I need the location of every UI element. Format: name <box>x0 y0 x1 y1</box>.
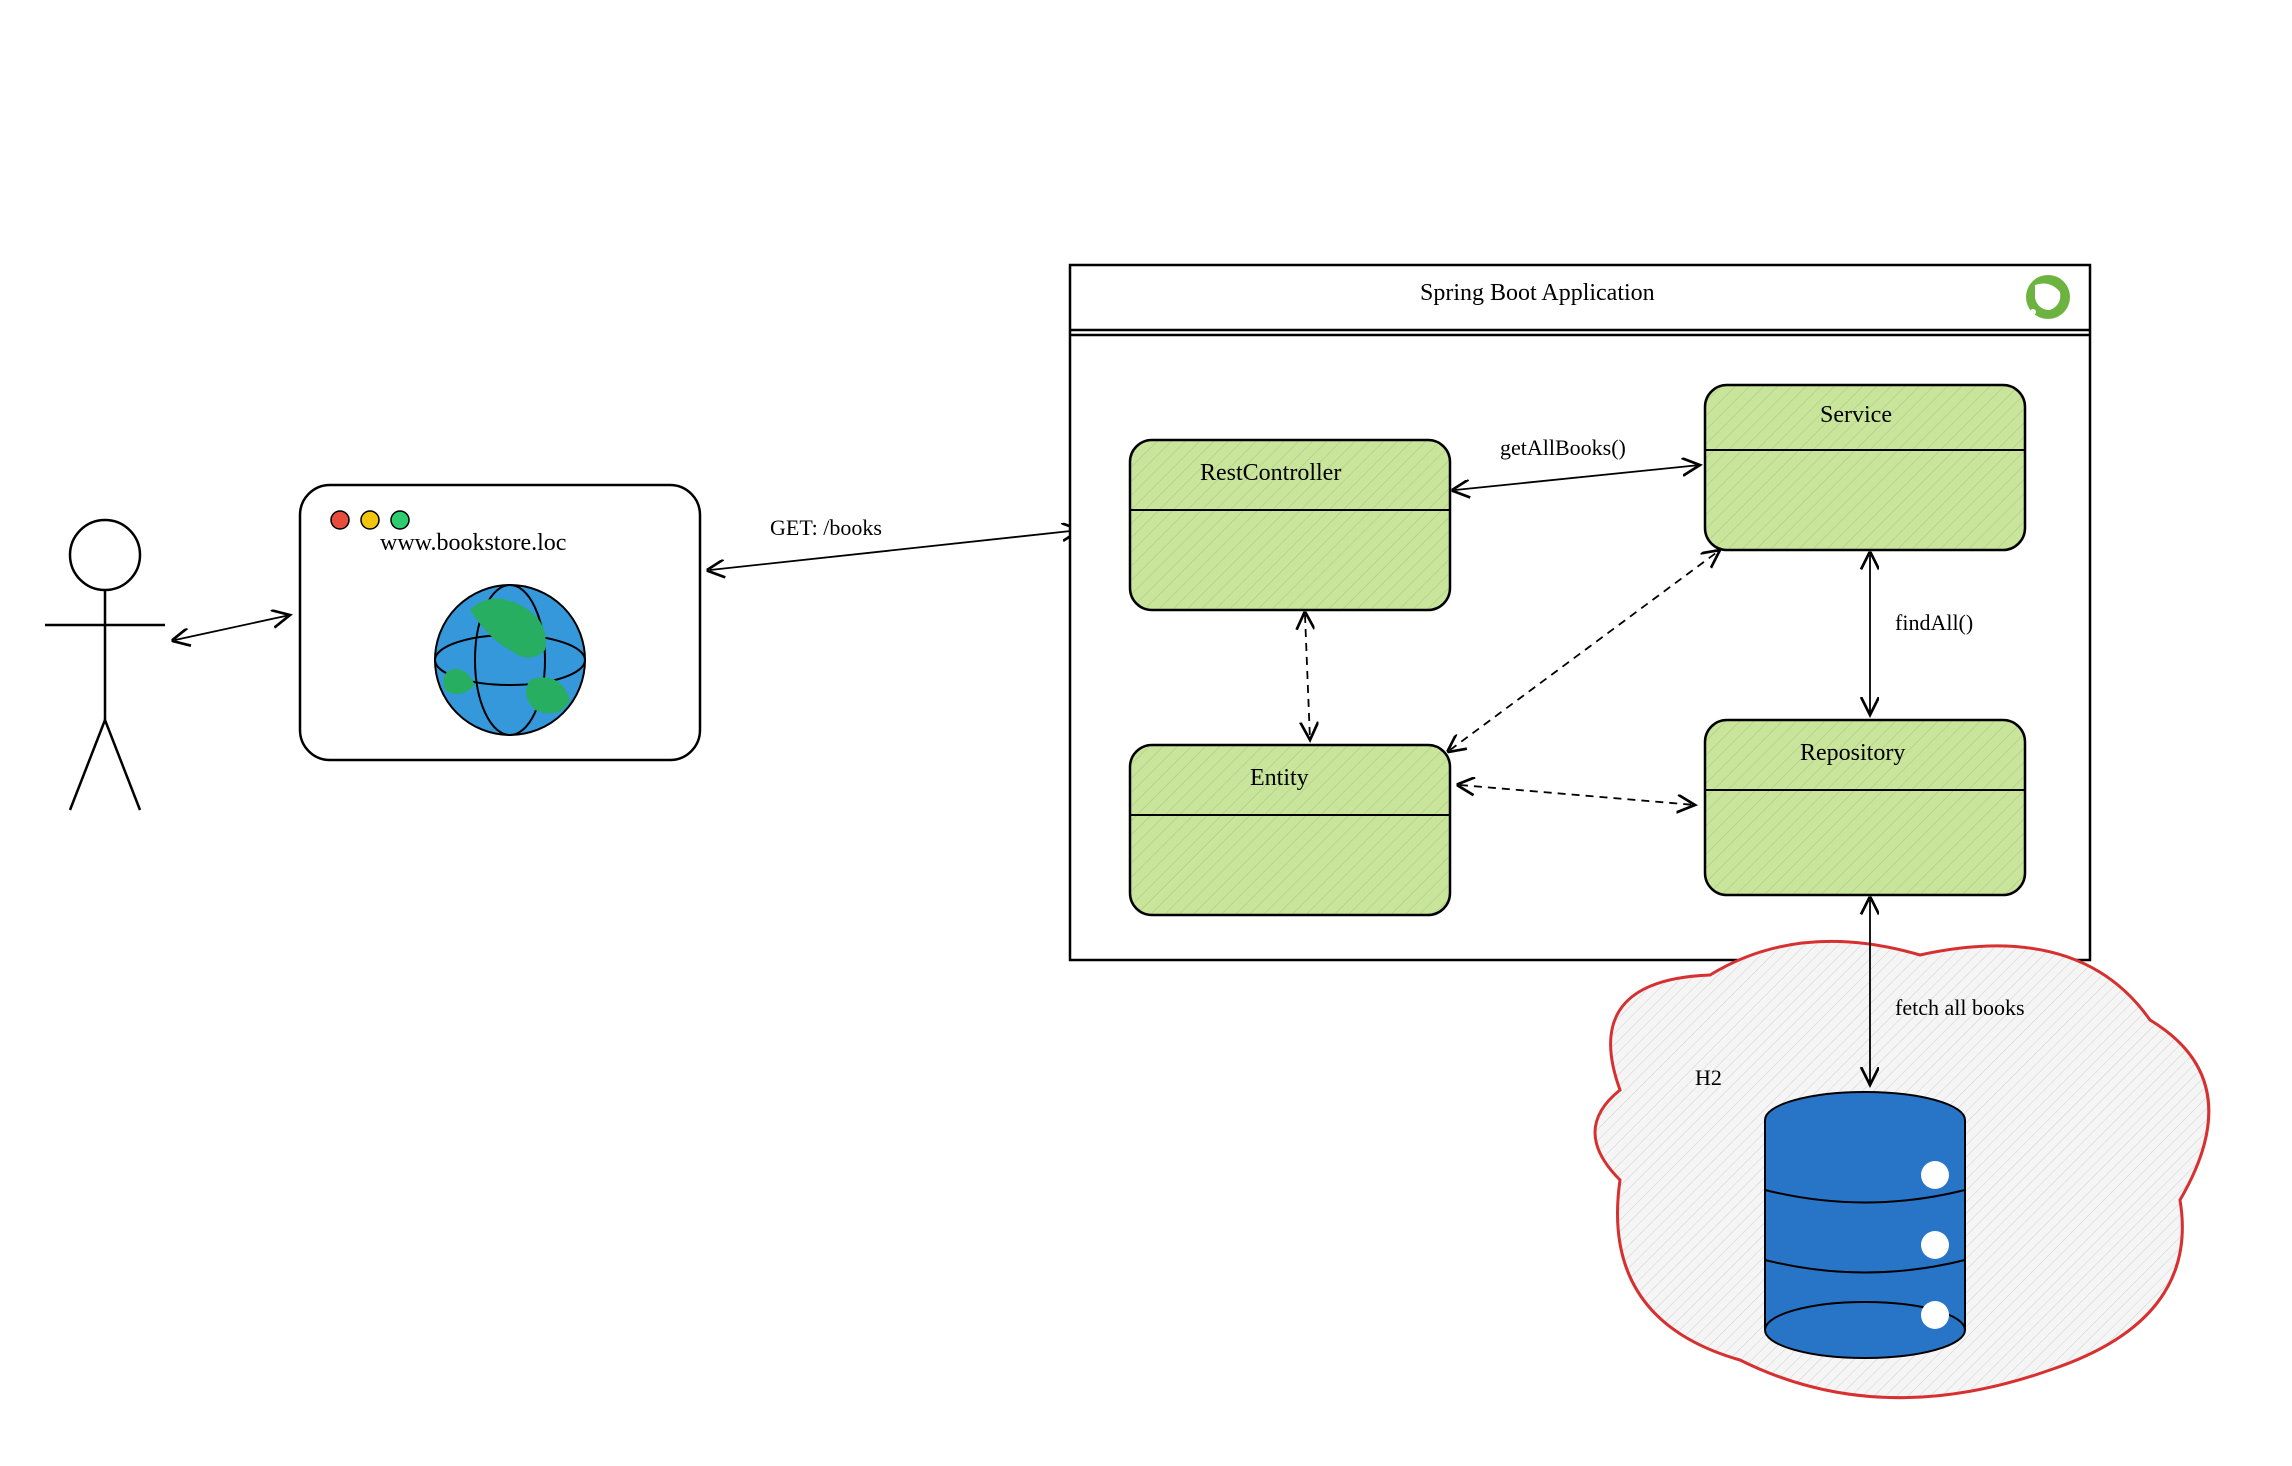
controller-label: RestController <box>1200 460 1341 487</box>
http-request-label: GET: /books <box>770 515 882 541</box>
service-label: Service <box>1820 402 1892 429</box>
service-call-label: getAllBooks() <box>1500 435 1626 461</box>
spring-logo-icon <box>2026 275 2070 319</box>
globe-icon <box>435 585 585 735</box>
user-actor-icon <box>45 520 165 810</box>
browser-window <box>300 485 700 760</box>
database-name: H2 <box>1695 1065 1722 1091</box>
database-icon <box>1765 1092 1965 1358</box>
arrow-user-browser <box>175 615 290 640</box>
repository-label: Repository <box>1800 740 1905 767</box>
db-call-label: fetch all books <box>1895 995 2025 1021</box>
repo-call-label: findAll() <box>1895 610 1973 636</box>
spring-app-title: Spring Boot Application <box>1420 280 1655 307</box>
browser-url: www.bookstore.loc <box>380 530 566 557</box>
arrow-http-request <box>710 530 1080 570</box>
entity-label: Entity <box>1250 765 1309 792</box>
